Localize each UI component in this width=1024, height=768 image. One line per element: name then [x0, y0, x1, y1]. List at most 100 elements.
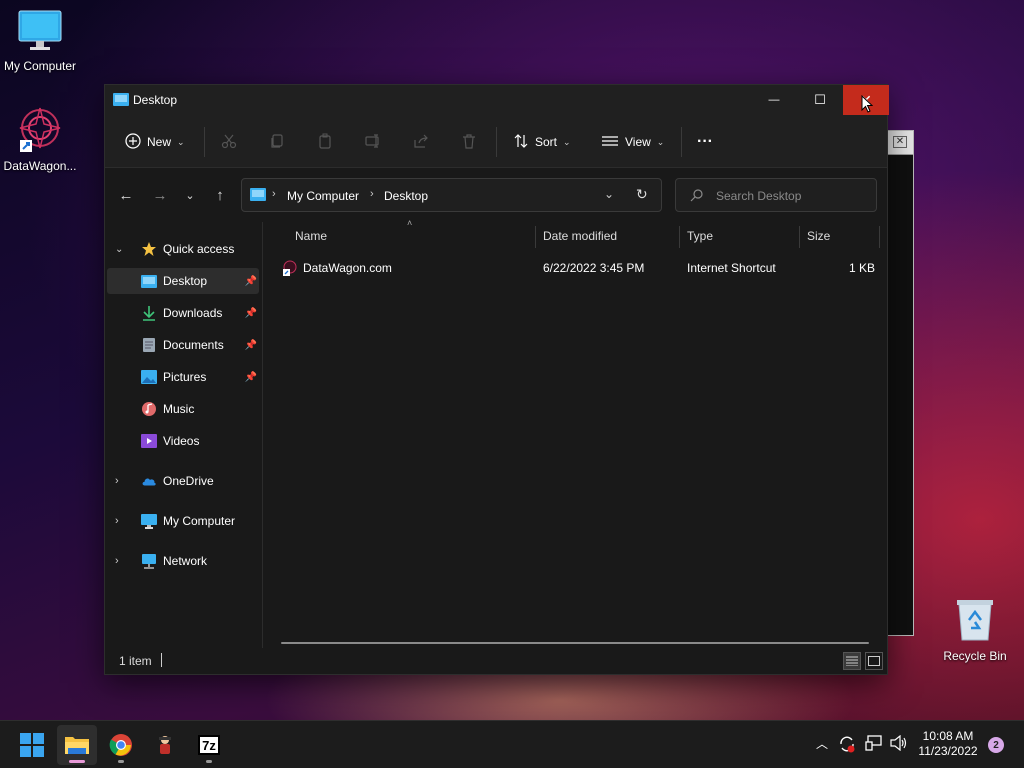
clipboard-icon	[317, 133, 333, 152]
desktop-icon-label: My Computer	[3, 59, 77, 73]
sort-button[interactable]: Sort ⌄	[513, 130, 571, 154]
horizontal-scrollbar[interactable]	[281, 642, 869, 644]
sidebar-item-label: Network	[163, 554, 208, 568]
sidebar-item-label: Videos	[163, 434, 200, 448]
column-divider[interactable]	[799, 226, 800, 248]
datawagon-shortcut-icon	[0, 104, 80, 155]
minimize-button[interactable]: —	[751, 85, 797, 115]
column-header-type[interactable]: Type	[687, 222, 799, 250]
details-view-button[interactable]	[843, 652, 861, 670]
refresh-icon[interactable]: ↻	[636, 186, 648, 203]
running-indicator	[206, 760, 212, 763]
paste-button[interactable]	[317, 130, 333, 154]
scissors-icon	[221, 133, 237, 152]
chevron-down-icon: ⌄	[656, 136, 665, 147]
delete-button[interactable]	[461, 130, 477, 154]
download-arrow-icon	[141, 305, 157, 321]
start-button[interactable]	[12, 725, 52, 765]
sidebar-item-videos[interactable]: Videos	[107, 428, 259, 454]
table-row[interactable]: DataWagon.com 6/22/2022 3:45 PM Internet…	[275, 258, 879, 278]
sidebar-item-quick-access[interactable]: ⌄ Quick access	[107, 236, 259, 262]
window-title: Desktop	[133, 93, 178, 107]
see-more-button[interactable]: ···	[697, 130, 713, 154]
sidebar-item-documents[interactable]: Documents 📌	[107, 332, 259, 358]
sync-icon[interactable]	[838, 735, 856, 756]
column-divider[interactable]	[879, 226, 880, 248]
sidebar-item-pictures[interactable]: Pictures 📌	[107, 364, 259, 390]
column-divider[interactable]	[679, 226, 680, 248]
recent-locations-button[interactable]: ⌄	[179, 184, 201, 206]
back-button[interactable]: ←	[115, 184, 137, 206]
taskbar-file-explorer[interactable]	[57, 725, 97, 765]
chevron-right-icon: ›	[370, 188, 374, 200]
details-view-icon	[846, 656, 858, 666]
taskbar-app[interactable]	[145, 725, 185, 765]
network-icon	[141, 553, 157, 569]
desktop-icon-label: Recycle Bin	[943, 649, 1007, 663]
address-bar[interactable]: › My Computer › Desktop ⌄ ↻	[241, 178, 662, 212]
desktop-icon-recycle-bin[interactable]: Recycle Bin	[935, 598, 1015, 663]
column-header-date-modified[interactable]: Date modified	[543, 222, 679, 250]
navigation-bar: ← → ⌄ ↑ › My Computer › Desktop ⌄ ↻ Sear…	[105, 168, 887, 218]
notification-badge[interactable]: 2	[988, 737, 1004, 753]
sidebar-item-my-computer[interactable]: › My Computer	[107, 508, 259, 534]
arrow-left-icon: ←	[118, 186, 134, 204]
close-button[interactable]: ✕	[843, 85, 889, 115]
copy-button[interactable]	[269, 130, 285, 154]
search-placeholder: Search Desktop	[716, 189, 802, 203]
file-name: DataWagon.com	[303, 261, 392, 275]
chrome-icon	[109, 734, 132, 756]
chevron-down-icon: ⌄	[177, 136, 185, 147]
sidebar-item-label: Pictures	[163, 370, 207, 384]
sidebar-item-label: Desktop	[163, 274, 208, 288]
search-box[interactable]: Search Desktop	[675, 178, 877, 212]
column-divider[interactable]	[535, 226, 536, 248]
forward-button[interactable]: →	[149, 184, 171, 206]
taskbar-7zip[interactable]: 7z	[189, 725, 229, 765]
toolbar-divider	[204, 127, 205, 157]
file-list: ˄ Name Date modified Type Size DataWagon…	[263, 218, 887, 650]
sidebar-item-downloads[interactable]: Downloads 📌	[107, 300, 259, 326]
clock[interactable]: 10:08 AM 11/23/2022	[916, 729, 980, 759]
minimize-icon: —	[768, 94, 780, 106]
view-button[interactable]: View ⌄	[601, 130, 664, 154]
up-button[interactable]: ↑	[209, 184, 231, 206]
monitor-icon	[141, 513, 157, 529]
address-history-dropdown[interactable]: ⌄	[604, 187, 614, 201]
speaker-volume-icon[interactable]	[890, 734, 908, 754]
file-type: Internet Shortcut	[687, 261, 776, 275]
7zip-icon: 7z	[198, 735, 220, 755]
column-header-name[interactable]: Name	[295, 222, 535, 250]
desktop-icon-datawagon[interactable]: DataWagon...	[0, 104, 80, 173]
column-header-size[interactable]: Size	[807, 222, 877, 250]
taskbar-chrome[interactable]	[101, 725, 141, 765]
arrow-up-icon: ↑	[216, 186, 224, 204]
new-button[interactable]: New ⌄	[125, 130, 185, 154]
command-bar: New ⌄ Sort ⌄ View ⌄ ···	[105, 115, 887, 168]
title-bar[interactable]: Desktop — ☐ ✕	[105, 85, 889, 115]
cut-button[interactable]	[221, 130, 237, 154]
network-status-icon[interactable]	[865, 735, 883, 754]
search-icon	[690, 189, 703, 205]
chevron-right-icon: ›	[115, 515, 119, 527]
new-label: New	[147, 135, 172, 149]
trash-icon	[461, 133, 477, 152]
plus-circle-icon	[125, 132, 141, 152]
sidebar-item-desktop[interactable]: Desktop 📌	[107, 268, 259, 294]
rename-button[interactable]	[365, 130, 381, 154]
maximize-button[interactable]: ☐	[797, 85, 843, 115]
desktop-folder-icon	[113, 93, 129, 106]
large-icons-view-button[interactable]	[865, 652, 883, 670]
breadcrumb-desktop[interactable]: Desktop	[384, 189, 428, 203]
desktop-icon-my-computer[interactable]: My Computer	[0, 10, 80, 73]
sidebar-item-network[interactable]: › Network	[107, 548, 259, 574]
file-size: 1 KB	[848, 261, 875, 275]
chevron-right-icon: ›	[272, 188, 276, 200]
show-hidden-icons-chevron-up-icon[interactable]: ︿	[816, 735, 828, 752]
sidebar-item-music[interactable]: Music	[107, 396, 259, 422]
close-icon[interactable]: ✕	[893, 136, 907, 148]
toolbar-divider	[496, 127, 497, 157]
share-button[interactable]	[413, 130, 429, 154]
breadcrumb-my-computer[interactable]: My Computer	[287, 189, 359, 203]
sidebar-item-onedrive[interactable]: › OneDrive	[107, 468, 259, 494]
